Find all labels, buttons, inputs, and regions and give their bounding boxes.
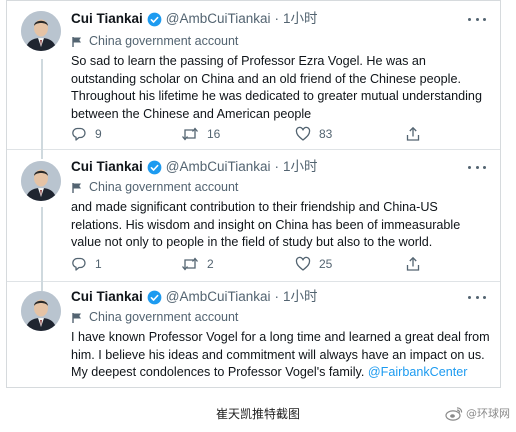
like-icon [295,256,311,271]
like-icon [295,126,311,141]
retweet-icon [182,127,198,141]
watermark-text: @环球网 [466,407,510,420]
timestamp[interactable]: 1小时 [283,288,318,306]
label-text: China government account [89,34,239,48]
more-icon[interactable] [468,290,486,304]
tweet-body: I have known Professor Vogel for a long … [71,329,491,382]
author-handle[interactable]: @AmbCuiTiankai [166,158,271,176]
more-icon[interactable] [468,160,486,174]
tweet-actions: 1 2 25 [71,255,431,273]
government-account-label: China government account [71,33,238,50]
reply-button[interactable]: 9 [71,125,102,143]
flag-icon [72,36,81,47]
more-icon[interactable] [468,12,486,26]
tweet-2[interactable]: Cui Tiankai @AmbCuiTiankai · 1小时 China g… [7,149,500,282]
reply-icon [72,257,86,271]
like-count: 25 [319,257,333,271]
thread-connector [41,281,43,291]
reply-count: 9 [95,127,102,141]
weibo-logo-icon [445,406,463,421]
share-button[interactable] [405,255,429,273]
retweet-icon [182,257,198,271]
tweet-thread: Cui Tiankai @AmbCuiTiankai · 1小时 China g… [6,0,501,388]
mention-link[interactable]: @FairbankCenter [368,365,468,379]
retweet-count: 2 [207,257,214,271]
thread-connector [41,207,43,281]
reply-button[interactable]: 1 [71,255,102,273]
separator: · [274,159,280,174]
author-name[interactable]: Cui Tiankai [71,288,143,306]
retweet-button[interactable]: 16 [181,125,220,143]
verified-badge-icon [147,160,162,174]
retweet-button[interactable]: 2 [181,255,214,273]
reply-count: 1 [95,257,102,271]
thread-connector [41,59,43,149]
author-handle[interactable]: @AmbCuiTiankai [166,288,271,306]
avatar-portrait-icon [21,11,61,51]
tweet-body: and made significant contribution to the… [71,199,491,252]
like-count: 83 [319,127,333,141]
tweet-actions: 9 16 83 [71,125,431,143]
separator: · [274,289,280,304]
avatar[interactable] [21,291,61,331]
author-name[interactable]: Cui Tiankai [71,158,143,176]
author-name[interactable]: Cui Tiankai [71,10,143,28]
government-account-label: China government account [71,309,238,326]
tweet-body: So sad to learn the passing of Professor… [71,53,491,123]
tweet-text: and made significant contribution to the… [71,200,461,249]
retweet-count: 16 [207,127,221,141]
timestamp[interactable]: 1小时 [283,10,318,28]
image-caption: 崔天凯推特截图 [215,407,300,421]
separator: · [274,11,280,26]
tweet-header: Cui Tiankai @AmbCuiTiankai · 1小时 [71,10,318,28]
verified-badge-icon [147,290,162,304]
flag-icon [72,182,81,193]
share-icon [406,126,420,141]
tweet-text: So sad to learn the passing of Professor… [71,54,482,121]
tweet-header: Cui Tiankai @AmbCuiTiankai · 1小时 [71,288,318,306]
like-button[interactable]: 25 [295,255,332,273]
tweet-1[interactable]: Cui Tiankai @AmbCuiTiankai · 1小时 China g… [7,1,500,150]
flag-icon [72,312,81,323]
avatar[interactable] [21,161,61,201]
avatar-portrait-icon [21,161,61,201]
avatar-portrait-icon [21,291,61,331]
tweet-header: Cui Tiankai @AmbCuiTiankai · 1小时 [71,158,318,176]
like-button[interactable]: 83 [295,125,332,143]
government-account-label: China government account [71,179,238,196]
verified-badge-icon [147,12,162,26]
timestamp[interactable]: 1小时 [283,158,318,176]
share-icon [406,256,420,271]
label-text: China government account [89,310,239,324]
thread-connector [41,149,43,159]
avatar[interactable] [21,11,61,51]
share-button[interactable] [405,125,429,143]
tweet-3[interactable]: Cui Tiankai @AmbCuiTiankai · 1小时 China g… [7,281,500,389]
label-text: China government account [89,180,239,194]
watermark: @环球网 [445,403,510,423]
reply-icon [72,127,86,141]
author-handle[interactable]: @AmbCuiTiankai [166,10,271,28]
